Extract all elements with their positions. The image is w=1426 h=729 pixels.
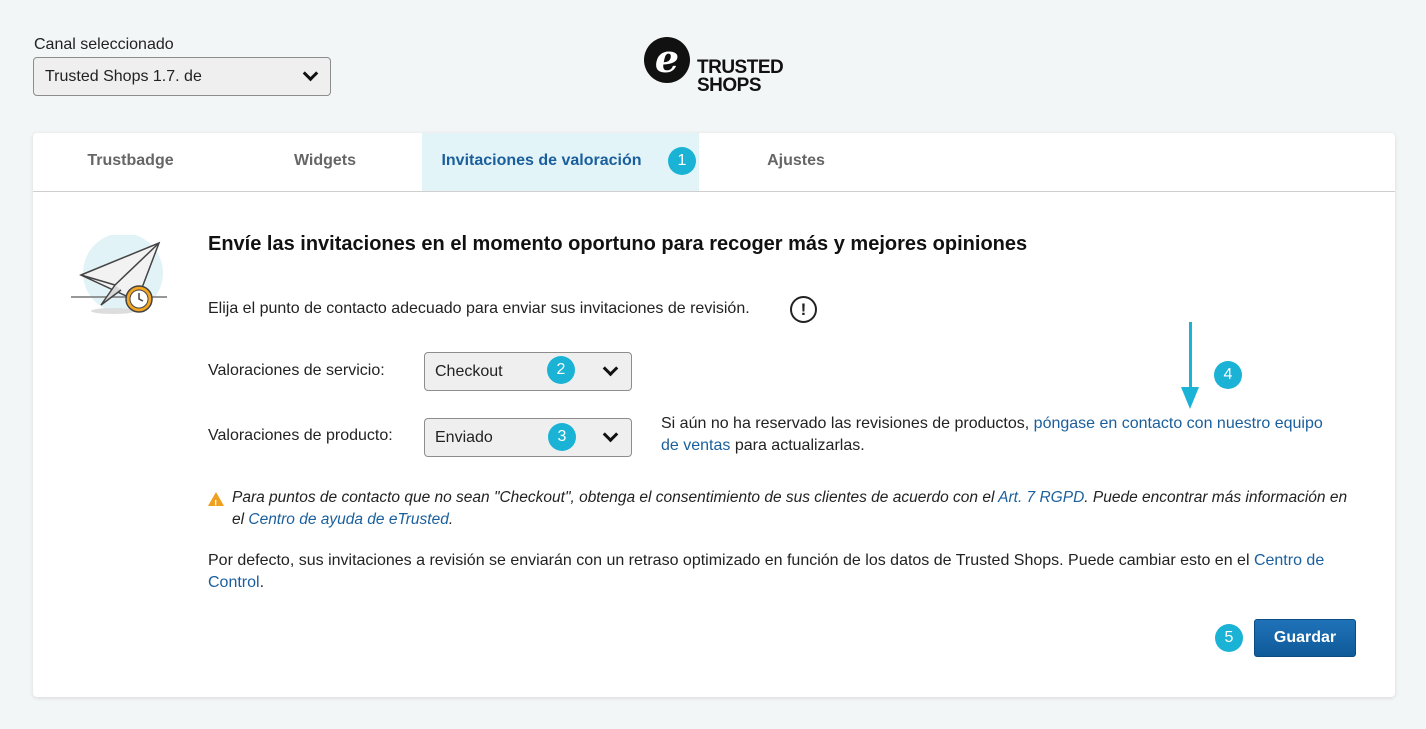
chevron-down-icon (302, 65, 319, 82)
channel-label: Canal seleccionado (34, 36, 174, 53)
info-icon[interactable]: ! (790, 296, 817, 323)
step-badge-2: 2 (547, 356, 575, 384)
step-badge-4: 4 (1214, 361, 1242, 389)
chevron-down-icon (602, 360, 619, 377)
save-button[interactable]: Guardar (1254, 619, 1356, 657)
step-badge-3: 3 (548, 423, 576, 451)
tab-settings[interactable]: Ajustes (699, 133, 893, 191)
product-reviews-label: Valoraciones de producto: (208, 427, 393, 444)
gdpr-art7-link[interactable]: Art. 7 RGPD (998, 489, 1084, 506)
channel-select[interactable]: Trusted Shops 1.7. de (33, 57, 331, 96)
product-review-note: Si aún no ha reservado las revisiones de… (661, 415, 1323, 454)
logo-line2: SHOPS (697, 75, 762, 96)
callout-arrow (1189, 322, 1192, 392)
paper-plane-clock-illustration (71, 235, 167, 314)
service-reviews-label: Valoraciones de servicio: (208, 362, 385, 379)
step-badge-5: 5 (1215, 624, 1243, 652)
intro-text: Elija el punto de contacto adecuado para… (208, 300, 750, 317)
channel-select-value: Trusted Shops 1.7. de (45, 68, 202, 85)
trusted-shops-logo: e TRUSTED SHOPS (644, 37, 789, 97)
product-reviews-select[interactable]: Enviado (424, 418, 632, 457)
warning-icon: ! (208, 492, 224, 510)
default-delay-text: Por defecto, sus invitaciones a revisión… (208, 552, 1325, 591)
gdpr-warning: ! Para puntos de contacto que no sean "C… (208, 487, 1358, 531)
logo-e-icon: e (644, 37, 690, 83)
page-heading: Envíe las invitaciones en el momento opo… (208, 233, 1028, 255)
service-reviews-value: Checkout (435, 363, 503, 380)
callout-arrow-head (1181, 387, 1199, 409)
product-reviews-value: Enviado (435, 429, 493, 446)
tab-widgets[interactable]: Widgets (228, 133, 422, 191)
service-reviews-select[interactable]: Checkout (424, 352, 632, 391)
help-center-link[interactable]: Centro de ayuda de eTrusted (248, 511, 448, 528)
tab-bar: Trustbadge Widgets Invitaciones de valor… (33, 133, 1395, 192)
chevron-down-icon (602, 426, 619, 443)
tab-review-invitations[interactable]: Invitaciones de valoración (422, 133, 699, 191)
tab-trustbadge[interactable]: Trustbadge (33, 133, 228, 191)
settings-card: Trustbadge Widgets Invitaciones de valor… (33, 133, 1395, 697)
step-badge-1: 1 (668, 147, 696, 175)
